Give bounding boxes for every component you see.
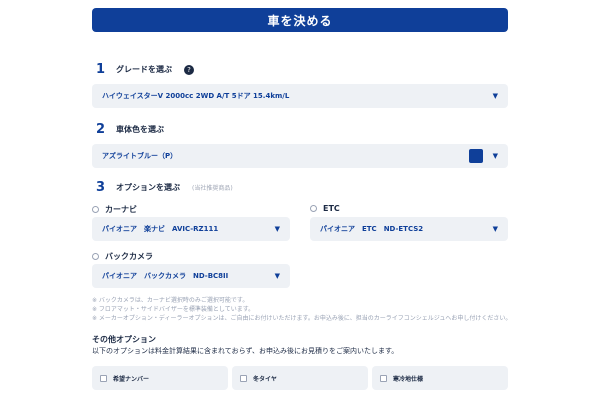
etc-select-value: パイオニア ETC ND-ETCS2: [320, 225, 424, 233]
back-camera-select[interactable]: パイオニア バックカメラ ND-BC8II ▼: [92, 264, 290, 288]
checkbox-label: 希望ナンバー: [113, 375, 150, 383]
notes: ※ バックカメラは、カーナビ選択時のみご選択可能です。 ※ フロアマット・サイド…: [92, 296, 512, 323]
decide-car-button-label: 車を決める: [267, 13, 333, 28]
note-line: ※ バックカメラは、カーナビ選択時のみご選択可能です。: [92, 297, 249, 304]
body-color-select[interactable]: アズライトブルー（P） ▼: [92, 144, 508, 168]
step-number: 2: [96, 122, 106, 137]
recommended-note: (当社推奨商品): [192, 185, 233, 192]
grade-select-value: ハイウェイスターV 2000cc 2WD A/T 5ドア 15.4km/L: [102, 92, 290, 100]
back-camera-select-value: パイオニア バックカメラ ND-BC8II: [102, 272, 229, 280]
winter-tire-checkbox[interactable]: 冬タイヤ: [232, 366, 368, 390]
car-navi-select[interactable]: パイオニア 楽ナビ AVIC-RZ111 ▼: [92, 217, 290, 241]
color-swatch: [468, 149, 483, 163]
note-line: ※ フロアマット・サイドバイザーを標準装備としています。: [92, 306, 255, 313]
body-color-select-value: アズライトブルー（P）: [102, 152, 178, 160]
chevron-down-icon: ▼: [492, 92, 498, 100]
cold-region-spec-checkbox[interactable]: 寒冷地仕様: [372, 366, 508, 390]
car-navi-label: カーナビ: [105, 205, 137, 214]
chevron-down-icon: ▼: [492, 225, 498, 233]
help-icon[interactable]: ?: [184, 64, 194, 75]
body-color-right: ▼: [468, 149, 498, 163]
decide-car-button[interactable]: 車を決める: [92, 8, 508, 32]
step-2-header: 2 車体色を選ぶ: [96, 122, 164, 137]
checkbox-icon[interactable]: [240, 374, 247, 382]
other-options-description: 以下のオプションは料金計算結果に含まれておらず、お申込み後にお見積りをご案内いた…: [92, 347, 399, 355]
car-navi-select-value: パイオニア 楽ナビ AVIC-RZ111: [102, 225, 219, 233]
other-options-title: その他オプション: [92, 335, 156, 344]
step-number: 1: [96, 62, 106, 77]
etc-option-label[interactable]: ETC: [310, 204, 340, 213]
step-number: 3: [96, 180, 106, 195]
page: 車を決める 1 グレードを選ぶ ? ハイウェイスターV 2000cc 2WD A…: [0, 0, 600, 400]
chevron-down-icon: ▼: [274, 272, 280, 280]
step-title: オプションを選ぶ: [116, 183, 180, 192]
checkbox-label: 冬タイヤ: [253, 375, 277, 383]
etc-select[interactable]: パイオニア ETC ND-ETCS2 ▼: [310, 217, 508, 241]
grade-select[interactable]: ハイウェイスターV 2000cc 2WD A/T 5ドア 15.4km/L ▼: [92, 84, 508, 108]
chevron-down-icon: ▼: [492, 152, 498, 160]
checkbox-icon[interactable]: [100, 374, 107, 382]
note-line: ※ メーカーオプション・ディーラーオプションは、ご自由にお付けいただけます。お申…: [92, 315, 512, 322]
radio-icon[interactable]: [310, 205, 317, 212]
back-camera-label: バックカメラ: [105, 252, 153, 261]
radio-icon[interactable]: [92, 206, 99, 213]
car-navi-option-label[interactable]: カーナビ: [92, 204, 137, 215]
step-title: グレードを選ぶ: [116, 65, 172, 74]
checkbox-label: 寒冷地仕様: [393, 375, 424, 383]
step-title: 車体色を選ぶ: [116, 125, 164, 134]
step-3-header: 3 オプションを選ぶ (当社推奨商品): [96, 180, 233, 195]
etc-label: ETC: [323, 204, 340, 213]
chevron-down-icon: ▼: [274, 225, 280, 233]
radio-icon[interactable]: [92, 253, 99, 260]
checkbox-icon[interactable]: [380, 374, 387, 382]
step-1-header: 1 グレードを選ぶ ?: [96, 62, 194, 77]
back-camera-option-label[interactable]: バックカメラ: [92, 251, 153, 262]
desired-number-checkbox[interactable]: 希望ナンバー: [92, 366, 228, 390]
